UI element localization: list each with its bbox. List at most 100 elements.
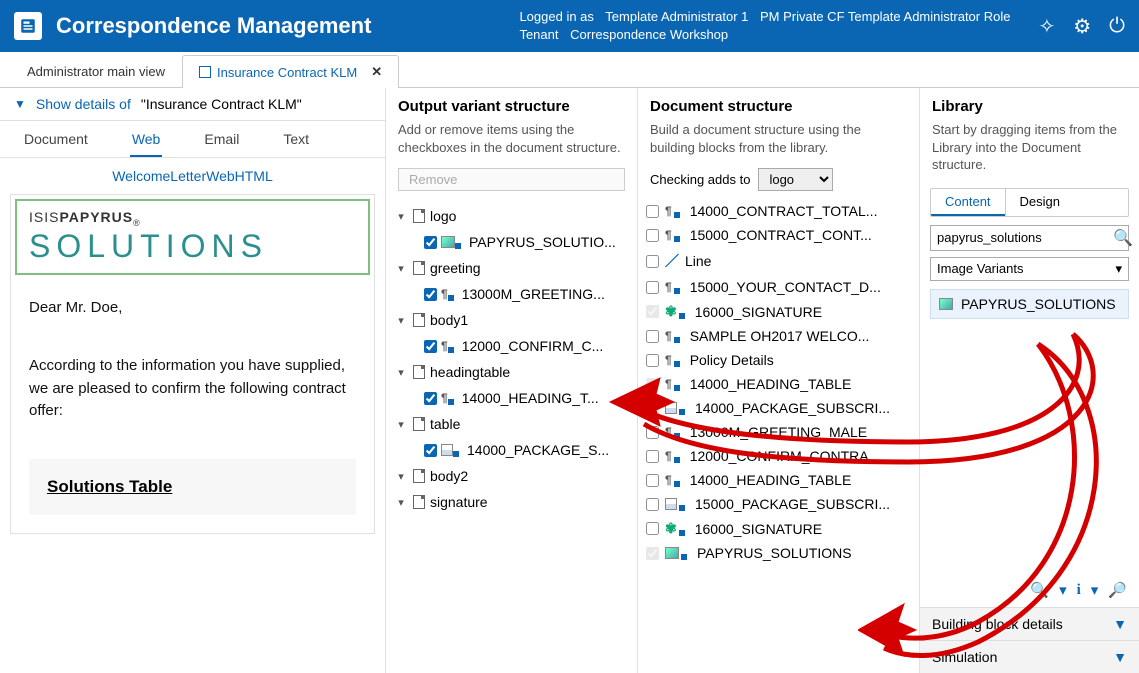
doc-structure-item[interactable]: ¶15000_YOUR_CONTACT_D... [644, 275, 913, 299]
tree-node-label: headingtable [430, 364, 510, 380]
doc-structure-item[interactable]: ¶Policy Details [644, 348, 913, 372]
tree-leaf[interactable]: ¶12000_CONFIRM_C... [392, 333, 631, 359]
paragraph-icon: ¶ [665, 228, 672, 242]
doc-structure-item[interactable]: 15000_PACKAGE_SUBSCRI... [644, 492, 913, 516]
item-checkbox[interactable] [646, 330, 659, 343]
expand-icon[interactable]: ▾ [394, 496, 408, 509]
item-checkbox[interactable] [646, 354, 659, 367]
expand-icon[interactable]: ▾ [394, 314, 408, 327]
library-search[interactable]: 🔍 [930, 225, 1129, 251]
tree-node-label: logo [430, 208, 456, 224]
item-checkbox[interactable] [646, 205, 659, 218]
paragraph-icon: ¶ [665, 353, 672, 367]
item-checkbox[interactable] [646, 474, 659, 487]
doc-structure-item[interactable]: ¶15000_CONTRACT_CONT... [644, 223, 913, 247]
tree-node-label: body2 [430, 468, 468, 484]
user-name: Template Administrator 1 [605, 9, 748, 24]
tab-admin-main[interactable]: Administrator main view [10, 55, 182, 87]
paragraph-icon: ¶ [665, 473, 672, 487]
tree-leaf[interactable]: 14000_PACKAGE_S... [392, 437, 631, 463]
doc-structure-item[interactable]: ¶13000M_GREETING_MALE [644, 420, 913, 444]
mode-tab-text[interactable]: Text [281, 127, 311, 157]
search-icon[interactable]: 🔍 [1113, 228, 1133, 248]
tree-leaf[interactable]: ¶14000_HEADING_T... [392, 385, 631, 411]
doc-structure-item[interactable]: ¶ 14000_HEADING_TABLE [644, 372, 913, 396]
checking-adds-select[interactable]: logo [758, 168, 833, 191]
expand-icon[interactable]: ▾ [394, 418, 408, 431]
tree-leaf[interactable]: ¶13000M_GREETING... [392, 281, 631, 307]
item-checkbox[interactable] [646, 229, 659, 242]
find-page-icon[interactable]: 🔎 [1108, 581, 1127, 599]
tab-insurance-contract[interactable]: Insurance Contract KLM ✕ [182, 55, 399, 88]
tree-node[interactable]: ▾signature [392, 489, 631, 515]
library-tab-design[interactable]: Design [1005, 189, 1074, 216]
accordion-building-block-details[interactable]: Building block details ▼ [920, 607, 1139, 640]
tree-node[interactable]: ▾ headingtable [392, 359, 631, 385]
role: PM Private CF Template Administrator Rol… [760, 9, 1010, 24]
checking-adds-label: Checking adds to [650, 172, 750, 187]
item-checkbox[interactable] [424, 444, 437, 457]
doc-structure-item[interactable]: PAPYRUS_SOLUTIONS [644, 541, 913, 565]
tree-node[interactable]: ▾ body1 [392, 307, 631, 333]
settings-gear-icon[interactable]: ⚙ [1073, 14, 1091, 39]
tree-node[interactable]: ▾greeting [392, 255, 631, 281]
doc-structure-item-label: 12000_CONFIRM_CONTRA... [690, 448, 881, 464]
info-icon[interactable]: i [1077, 582, 1081, 599]
item-checkbox[interactable] [424, 288, 437, 301]
doc-structure-item-label: PAPYRUS_SOLUTIONS [697, 545, 852, 561]
item-checkbox[interactable] [424, 236, 437, 249]
library-item-papyrus-solutions[interactable]: PAPYRUS_SOLUTIONS [930, 289, 1129, 319]
expand-icon[interactable]: ▾ [394, 470, 408, 483]
doc-structure-item[interactable]: ✾16000_SIGNATURE [644, 299, 913, 324]
item-checkbox[interactable] [646, 255, 659, 268]
logged-in-label: Logged in as [519, 9, 593, 24]
mode-tab-email[interactable]: Email [202, 127, 241, 157]
dropdown-icon-2[interactable]: ▾ [1091, 581, 1099, 599]
doc-structure-item[interactable]: 14000_PACKAGE_SUBSCRI... [644, 396, 913, 420]
folder-icon [413, 313, 425, 327]
item-checkbox[interactable] [424, 392, 437, 405]
dropdown-icon[interactable]: ▾ [1059, 581, 1067, 599]
chevron-down-icon: ▼ [1113, 649, 1127, 665]
show-details-link[interactable]: Show details of [36, 96, 131, 112]
expand-icon[interactable]: ▾ [394, 262, 408, 275]
show-details-bar[interactable]: ▼ Show details of "Insurance Contract KL… [0, 88, 385, 121]
tree-leaf[interactable]: PAPYRUS_SOLUTIO... [392, 229, 631, 255]
item-checkbox[interactable] [424, 340, 437, 353]
item-checkbox[interactable] [646, 426, 659, 439]
item-checkbox[interactable] [646, 281, 659, 294]
tree-leaf-label: PAPYRUS_SOLUTIO... [469, 234, 616, 250]
doc-structure-item[interactable]: ✾16000_SIGNATURE [644, 516, 913, 541]
close-icon[interactable]: ✕ [371, 64, 382, 80]
accordion-simulation[interactable]: Simulation ▼ [920, 640, 1139, 673]
remove-button[interactable]: Remove [398, 168, 625, 191]
power-icon[interactable]: ⏻ [1109, 15, 1125, 38]
doc-structure-item[interactable]: ¶14000_HEADING_TABLE [644, 468, 913, 492]
expand-icon[interactable]: ▾ [394, 210, 408, 223]
tree-node[interactable]: ▾ body2 [392, 463, 631, 489]
paragraph-icon: ¶ [665, 377, 672, 391]
doc-structure-item-label: 14000_HEADING_TABLE [690, 376, 852, 392]
mode-tabs: Document Web Email Text [0, 121, 385, 158]
tree-node-label: body1 [430, 312, 468, 328]
item-checkbox[interactable] [646, 498, 659, 511]
notifications-icon[interactable]: ✧ [1038, 14, 1055, 39]
library-filter-select[interactable]: Image Variants ▾ [930, 257, 1129, 281]
doc-structure-item[interactable]: ¶12000_CONFIRM_CONTRA... [644, 444, 913, 468]
item-checkbox[interactable] [646, 522, 659, 535]
mode-tab-document[interactable]: Document [22, 127, 90, 157]
preview-doc-title[interactable]: WelcomeLetterWebHTML [0, 158, 385, 194]
doc-structure-item-label: Line [685, 253, 711, 269]
paragraph-icon: ¶ [665, 425, 672, 439]
item-checkbox[interactable] [646, 450, 659, 463]
tree-node[interactable]: ▾table [392, 411, 631, 437]
tree-node[interactable]: ▾ logo [392, 203, 631, 229]
search-input[interactable] [937, 230, 1113, 245]
doc-structure-item[interactable]: ¶14000_CONTRACT_TOTAL... [644, 199, 913, 223]
doc-structure-item[interactable]: ／Line [644, 247, 913, 275]
library-tab-content[interactable]: Content [931, 189, 1005, 216]
zoom-page-icon[interactable]: 🔍 [1030, 581, 1049, 599]
mode-tab-web[interactable]: Web [130, 127, 163, 157]
expand-icon[interactable]: ▾ [394, 366, 408, 379]
doc-structure-item[interactable]: ¶SAMPLE OH2017 WELCO... [644, 324, 913, 348]
